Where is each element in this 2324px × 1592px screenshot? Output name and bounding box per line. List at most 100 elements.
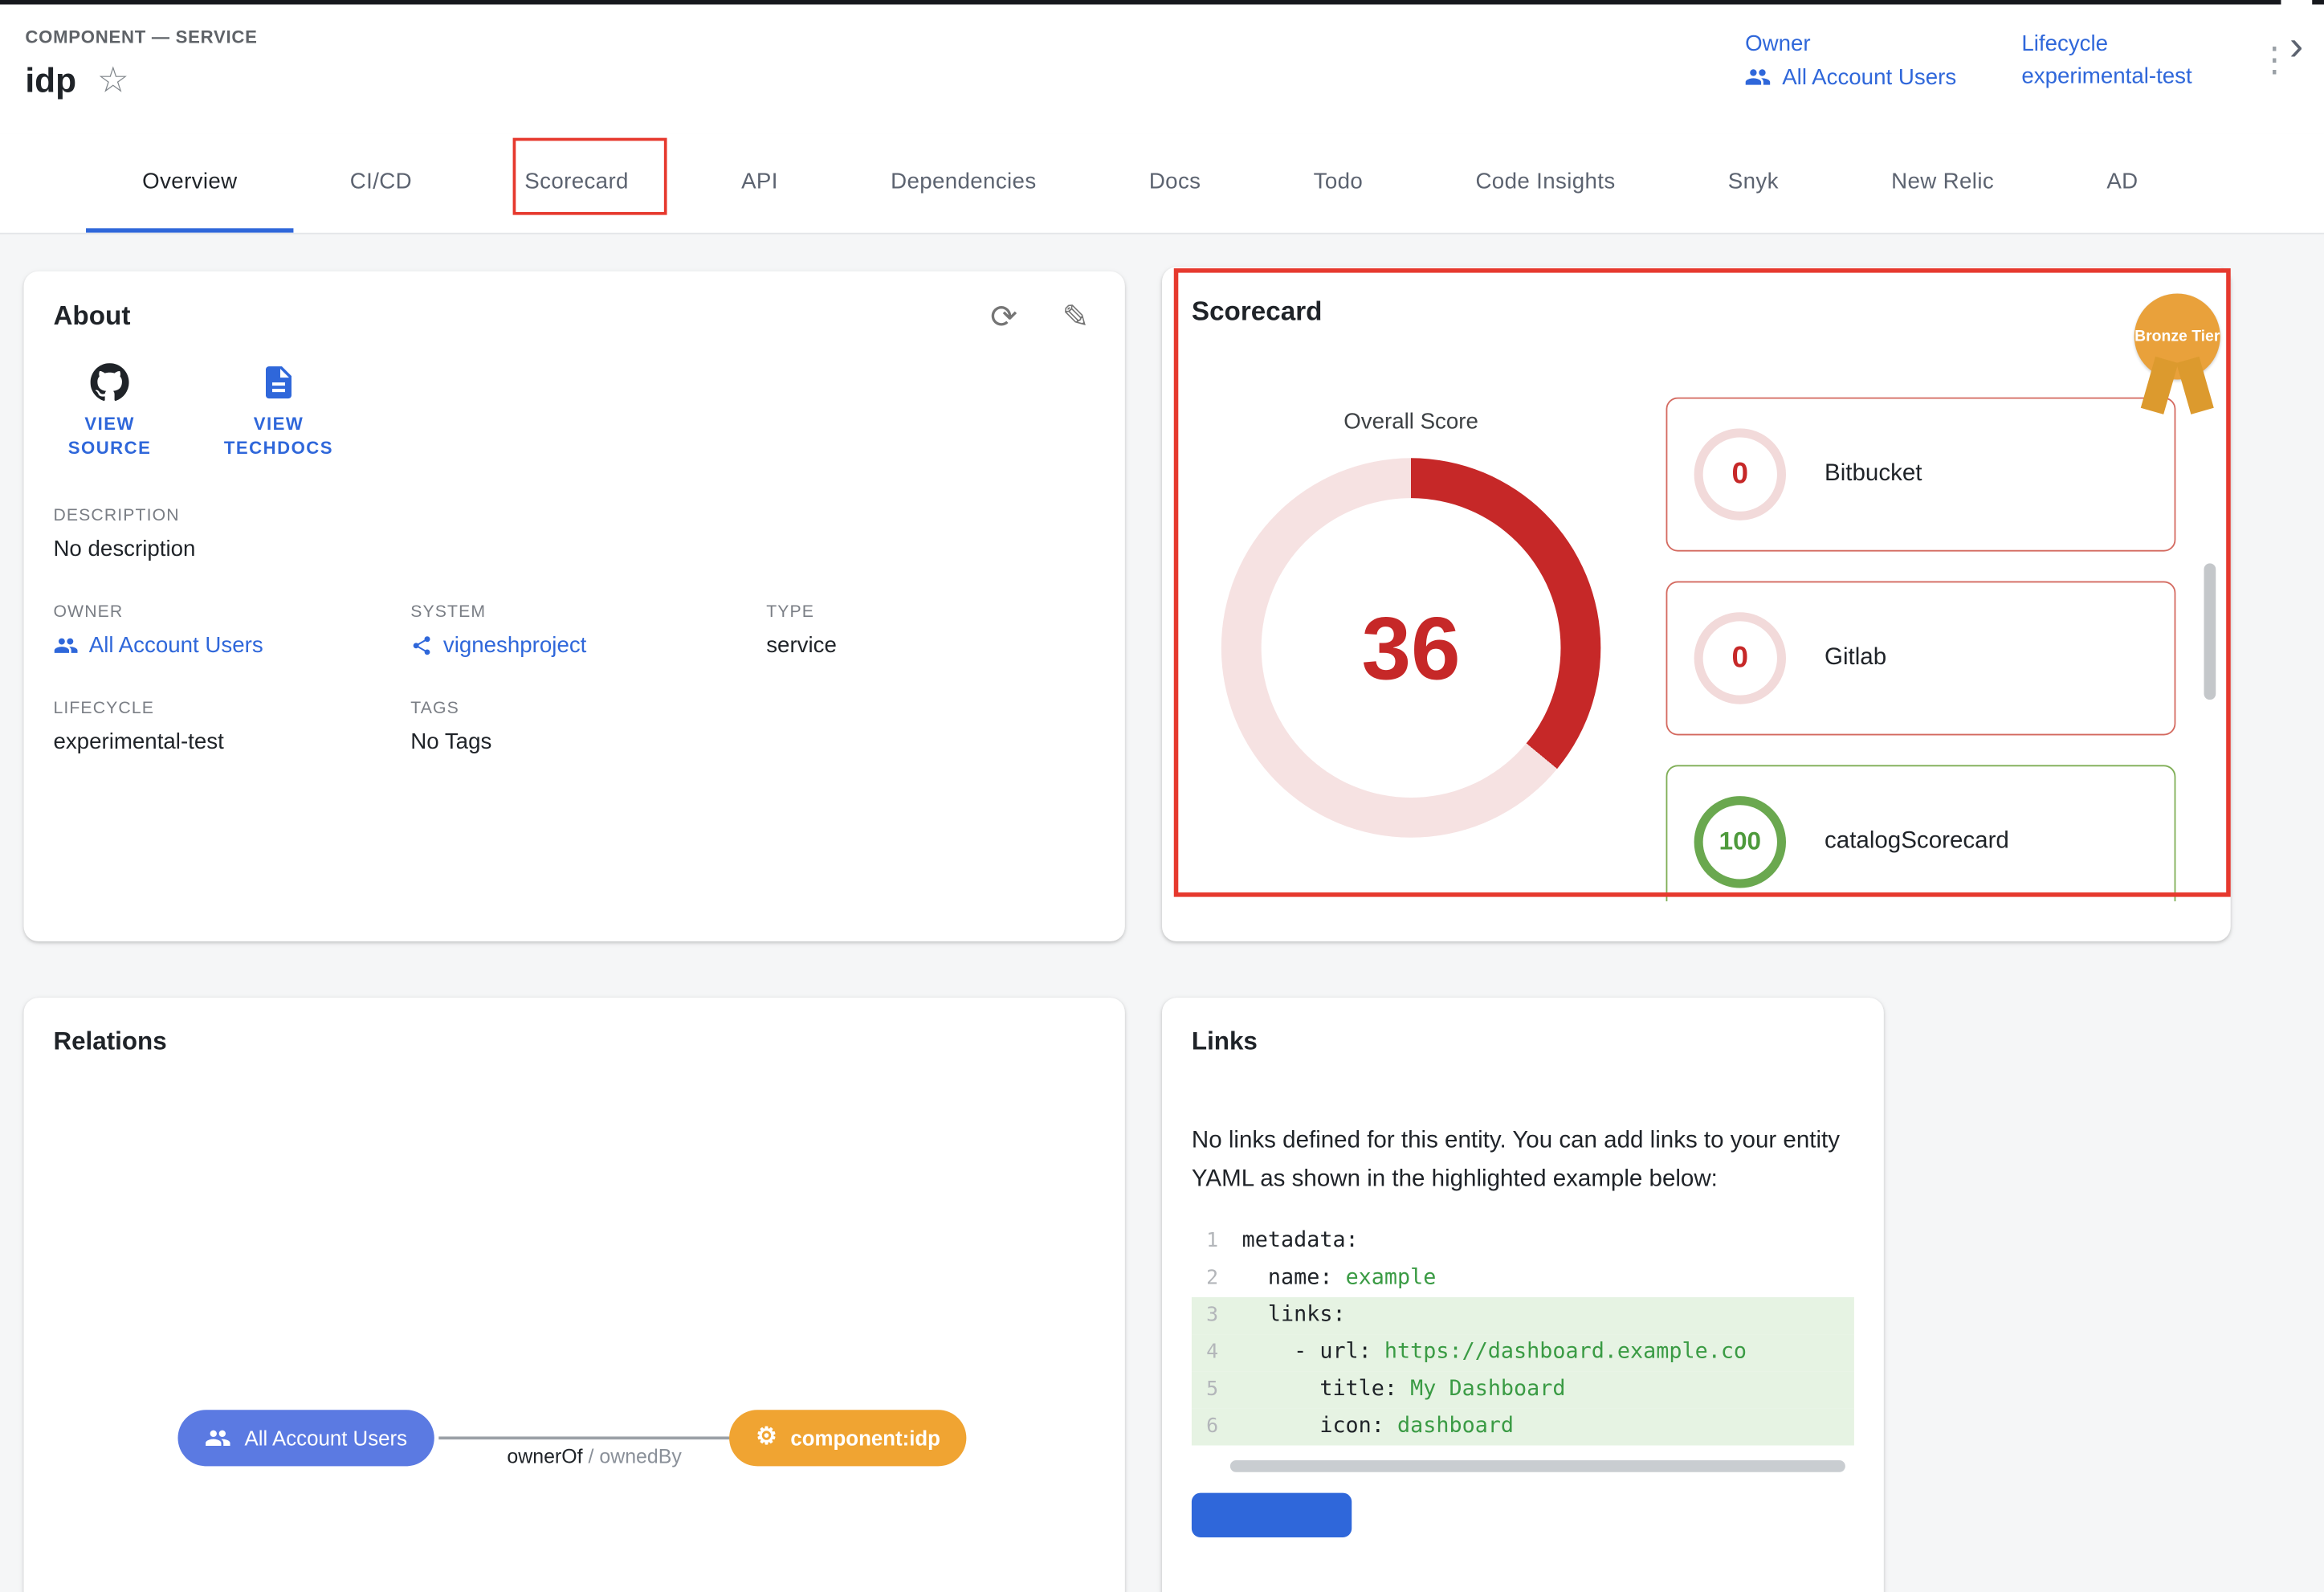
owner-field-value: All Account Users xyxy=(89,633,263,658)
about-grid-row-1: OWNER All Account Users SYSTEM vigneshpr… xyxy=(53,603,1095,658)
relations-card: Relations ownerOf / ownedBy All Account … xyxy=(24,998,1125,1592)
bronze-tier-badge: Bronze Tier xyxy=(2134,293,2220,379)
tags-field-value: No Tags xyxy=(410,729,766,754)
tabs-scroll-chevron-icon[interactable]: › xyxy=(2281,0,2312,101)
header-lifecycle: Lifecycle experimental-test xyxy=(2021,31,2191,89)
relations-title: Relations xyxy=(53,1027,166,1055)
page: COMPONENT — SERVICE idp ☆ Owner All Acco… xyxy=(0,0,2324,1592)
group-icon xyxy=(53,633,78,658)
links-card: Links No links defined for this entity. … xyxy=(1162,998,1884,1592)
score-name: Gitlab xyxy=(1825,645,1886,671)
type-field-label: TYPE xyxy=(766,603,1095,621)
title-row: idp ☆ xyxy=(25,61,128,101)
github-icon xyxy=(91,363,129,402)
about-header: About ⟳ ✎ xyxy=(53,301,1095,334)
score-ring: 0 xyxy=(1694,428,1786,520)
gear-icon: ⚙ xyxy=(756,1427,777,1451)
view-techdocs-link[interactable]: VIEW TECHDOCS xyxy=(193,363,365,459)
relation-edge-line xyxy=(438,1436,732,1439)
system-icon xyxy=(410,635,433,657)
about-owner-field: OWNER All Account Users xyxy=(53,603,410,658)
tab-todo[interactable]: Todo xyxy=(1258,133,1420,233)
tab-api[interactable]: API xyxy=(685,133,834,233)
tab-snyk[interactable]: Snyk xyxy=(1672,133,1835,233)
tab-scorecard[interactable]: Scorecard xyxy=(468,133,685,233)
description-label: DESCRIPTION xyxy=(53,507,1095,525)
view-source-link[interactable]: VIEW SOURCE xyxy=(44,363,174,459)
about-tags-field: TAGS No Tags xyxy=(410,700,766,754)
about-card: About ⟳ ✎ VIEW SOURCE VIEW TECHDOCS DESC… xyxy=(24,271,1125,941)
scorecard-scrollbar[interactable] xyxy=(2204,563,2216,700)
overall-score-donut: 36 xyxy=(1221,458,1600,837)
owner-link[interactable]: All Account Users xyxy=(1745,63,1956,90)
refresh-icon[interactable]: ⟳ xyxy=(990,301,1017,334)
relation-node-component[interactable]: ⚙ component:idp xyxy=(729,1410,967,1466)
about-actions: ⟳ ✎ xyxy=(990,301,1089,334)
score-name: Bitbucket xyxy=(1825,461,1922,488)
overall-score-value: 36 xyxy=(1361,597,1460,699)
owner-label: Owner xyxy=(1745,31,1956,56)
tab-ad-truncated[interactable]: AD xyxy=(2050,133,2194,233)
tab-overview[interactable]: Overview xyxy=(86,133,294,233)
code-line: 1metadata: xyxy=(1192,1223,1854,1260)
code-line-highlighted: 6 icon: dashboard xyxy=(1192,1408,1854,1445)
view-techdocs-label: VIEW TECHDOCS xyxy=(215,412,343,459)
tab-cicd[interactable]: CI/CD xyxy=(294,133,468,233)
system-field-link[interactable]: vigneshproject xyxy=(410,633,766,658)
tags-field-label: TAGS xyxy=(410,700,766,717)
donut-hole: 36 xyxy=(1262,498,1561,798)
lifecycle-field-label: LIFECYCLE xyxy=(53,700,410,717)
code-line-highlighted: 4 - url: https://dashboard.example.co xyxy=(1192,1334,1854,1371)
score-ring: 100 xyxy=(1694,796,1786,888)
owner-field-label: OWNER xyxy=(53,603,410,621)
owner-node-label: All Account Users xyxy=(245,1427,408,1451)
scorecard-item-catalogscorecard[interactable]: 100 catalogScorecard xyxy=(1666,765,2176,901)
lifecycle-label: Lifecycle xyxy=(2021,31,2191,56)
about-lifecycle-field: LIFECYCLE experimental-test xyxy=(53,700,410,754)
header-meta: Owner All Account Users Lifecycle experi… xyxy=(1745,31,2291,91)
scorecard-title: Scorecard xyxy=(1192,296,1323,326)
overall-score-section: Overall Score 36 xyxy=(1204,409,1619,837)
breadcrumb: COMPONENT — SERVICE xyxy=(25,27,257,47)
scorecard-card: Scorecard Bronze Tier Overall Score 36 0… xyxy=(1162,267,2231,941)
tab-dependencies[interactable]: Dependencies xyxy=(834,133,1093,233)
owner-value: All Account Users xyxy=(1782,64,1956,89)
page-header: COMPONENT — SERVICE idp ☆ Owner All Acco… xyxy=(0,0,2324,133)
scorecard-list: 0 Bitbucket 0 Gitlab 100 catalogScorecar… xyxy=(1666,398,2176,902)
about-quick-links: VIEW SOURCE VIEW TECHDOCS xyxy=(44,363,1095,459)
lifecycle-field-value: experimental-test xyxy=(53,729,410,754)
header-owner: Owner All Account Users xyxy=(1745,31,1956,91)
scorecard-item-gitlab[interactable]: 0 Gitlab xyxy=(1666,581,2176,735)
code-line-highlighted: 3 links: xyxy=(1192,1297,1854,1334)
scorecard-item-bitbucket[interactable]: 0 Bitbucket xyxy=(1666,398,2176,552)
about-description: DESCRIPTION No description xyxy=(53,507,1095,561)
links-title: Links xyxy=(1192,1027,1258,1055)
tab-code-insights[interactable]: Code Insights xyxy=(1419,133,1671,233)
code-line-highlighted: 5 title: My Dashboard xyxy=(1192,1371,1854,1408)
tab-docs[interactable]: Docs xyxy=(1093,133,1258,233)
tab-new-relic[interactable]: New Relic xyxy=(1835,133,2050,233)
owner-field-link[interactable]: All Account Users xyxy=(53,633,410,658)
about-type-field: TYPE service xyxy=(766,603,1095,658)
overall-score-label: Overall Score xyxy=(1204,409,1619,434)
tab-bar: Overview CI/CD Scorecard API Dependencie… xyxy=(0,133,2324,235)
yaml-code-block: 1metadata: 2 name: example 3 links: 4 - … xyxy=(1192,1223,1854,1446)
about-title: About xyxy=(53,301,130,333)
edit-icon[interactable]: ✎ xyxy=(1062,301,1090,334)
about-system-field: SYSTEM vigneshproject xyxy=(410,603,766,658)
group-icon xyxy=(1745,63,1772,90)
relation-node-owner[interactable]: All Account Users xyxy=(177,1410,434,1466)
score-name: catalogScorecard xyxy=(1825,829,2009,855)
edge-label-ownerof: ownerOf xyxy=(507,1446,582,1468)
favorite-star-icon[interactable]: ☆ xyxy=(97,63,129,98)
page-title: idp xyxy=(25,61,76,101)
code-horizontal-scrollbar[interactable] xyxy=(1230,1460,1845,1472)
system-field-value: vigneshproject xyxy=(443,633,587,658)
component-node-label: component:idp xyxy=(790,1427,940,1451)
view-source-label: VIEW SOURCE xyxy=(58,412,161,459)
techdocs-icon xyxy=(259,363,298,402)
cutoff-action-button[interactable] xyxy=(1192,1493,1352,1537)
description-value: No description xyxy=(53,537,1095,561)
score-ring: 0 xyxy=(1694,612,1786,704)
edge-label-ownedby: ownedBy xyxy=(599,1446,682,1468)
